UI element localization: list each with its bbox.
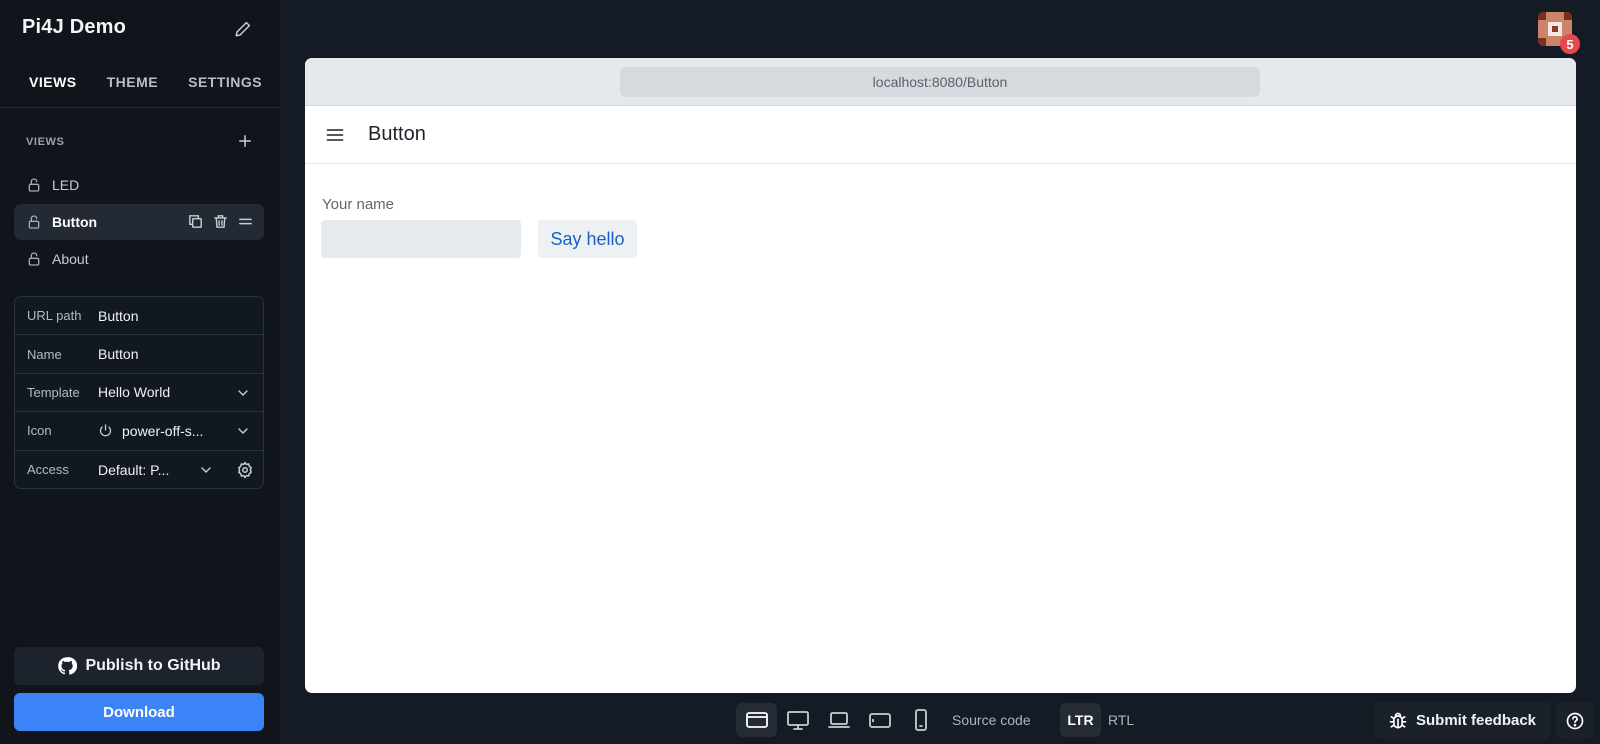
- name-field[interactable]: Button: [98, 346, 138, 362]
- gear-icon[interactable]: [236, 461, 254, 479]
- access-select[interactable]: Default: P...: [98, 462, 176, 478]
- bug-icon: [1388, 711, 1408, 731]
- chevron-down-icon[interactable]: [235, 423, 251, 439]
- tab-views[interactable]: VIEWS: [14, 64, 92, 100]
- pencil-icon[interactable]: [234, 20, 252, 38]
- phone-icon: [909, 708, 933, 732]
- lock-icon: [26, 177, 42, 193]
- view-row-actions: [187, 213, 254, 230]
- divider: [0, 107, 280, 108]
- view-item-led[interactable]: LED: [14, 167, 264, 203]
- prop-name[interactable]: Name Button: [15, 335, 263, 374]
- download-button[interactable]: Download: [14, 693, 264, 731]
- chevron-down-icon[interactable]: [198, 462, 214, 478]
- prop-icon[interactable]: Icon power-off-s...: [15, 412, 263, 451]
- app-title: Pi4J Demo: [22, 16, 127, 38]
- app-header: Button: [305, 106, 1576, 164]
- notification-badge: 5: [1560, 34, 1580, 54]
- submit-feedback-button[interactable]: Submit feedback: [1374, 702, 1551, 739]
- view-item-button[interactable]: Button: [14, 204, 264, 240]
- help-icon: [1565, 711, 1585, 731]
- prop-label: Name: [27, 346, 62, 362]
- prop-label: Template: [27, 384, 80, 400]
- browser-chrome: localhost:8080/Button: [305, 58, 1576, 106]
- publish-to-github-button[interactable]: Publish to GitHub: [14, 647, 264, 685]
- lock-icon: [26, 214, 42, 230]
- desktop-view-button[interactable]: [777, 703, 818, 737]
- say-hello-button[interactable]: Say hello: [538, 220, 637, 258]
- chevron-down-icon[interactable]: [235, 385, 251, 401]
- add-view-icon[interactable]: [236, 132, 254, 150]
- responsive-icon: [745, 708, 769, 732]
- view-properties: URL path Button Name Button Template Hel…: [14, 296, 264, 489]
- prop-label: Icon: [27, 423, 52, 439]
- hamburger-menu-icon[interactable]: [325, 125, 345, 145]
- page-title: Button: [368, 123, 426, 145]
- prop-url-path[interactable]: URL path Button: [15, 297, 263, 336]
- view-item-about[interactable]: About: [14, 241, 264, 277]
- prop-label: URL path: [27, 308, 82, 324]
- desktop-icon: [786, 708, 810, 732]
- github-icon: [57, 656, 78, 676]
- sidebar: Pi4J Demo VIEWS THEME SETTINGS VIEWS LED…: [0, 0, 280, 744]
- prop-label: Access: [27, 462, 69, 478]
- sidebar-tabs: VIEWS THEME SETTINGS: [14, 64, 277, 100]
- tab-settings[interactable]: SETTINGS: [173, 64, 277, 100]
- laptop-icon: [827, 708, 851, 732]
- url-bar: localhost:8080/Button: [620, 67, 1260, 97]
- views-heading: VIEWS: [26, 136, 65, 148]
- icon-select[interactable]: power-off-s...: [122, 423, 214, 439]
- device-toggle-group: [736, 703, 941, 737]
- laptop-view-button[interactable]: [818, 703, 859, 737]
- phone-view-button[interactable]: [900, 703, 941, 737]
- lock-icon: [26, 251, 42, 267]
- your-name-label: Your name: [322, 196, 394, 213]
- help-button[interactable]: [1556, 702, 1593, 739]
- your-name-input[interactable]: [321, 220, 521, 258]
- template-select[interactable]: Hello World: [98, 384, 170, 400]
- drag-handle-icon[interactable]: [237, 213, 254, 230]
- hello-form: Your name Say hello: [321, 196, 637, 258]
- submit-feedback-label: Submit feedback: [1416, 712, 1537, 729]
- publish-label: Publish to GitHub: [85, 657, 221, 674]
- prop-access[interactable]: Access Default: P...: [15, 451, 263, 489]
- prop-template[interactable]: Template Hello World: [15, 374, 263, 413]
- preview-window: localhost:8080/Button Button Your name S…: [305, 58, 1576, 693]
- view-item-label: Button: [52, 214, 98, 230]
- ltr-toggle[interactable]: LTR: [1060, 703, 1101, 737]
- tablet-view-button[interactable]: [859, 703, 900, 737]
- duplicate-icon[interactable]: [187, 213, 204, 230]
- url-path-field[interactable]: Button: [98, 308, 138, 324]
- view-item-label: LED: [52, 177, 80, 193]
- responsive-view-button[interactable]: [736, 703, 777, 737]
- tab-theme[interactable]: THEME: [92, 64, 174, 100]
- view-item-label: About: [52, 251, 89, 267]
- power-off-icon: [98, 423, 113, 438]
- rtl-toggle[interactable]: RTL: [1108, 712, 1134, 728]
- trash-icon[interactable]: [212, 213, 229, 230]
- source-code-link[interactable]: Source code: [952, 712, 1031, 728]
- tablet-icon: [868, 708, 892, 732]
